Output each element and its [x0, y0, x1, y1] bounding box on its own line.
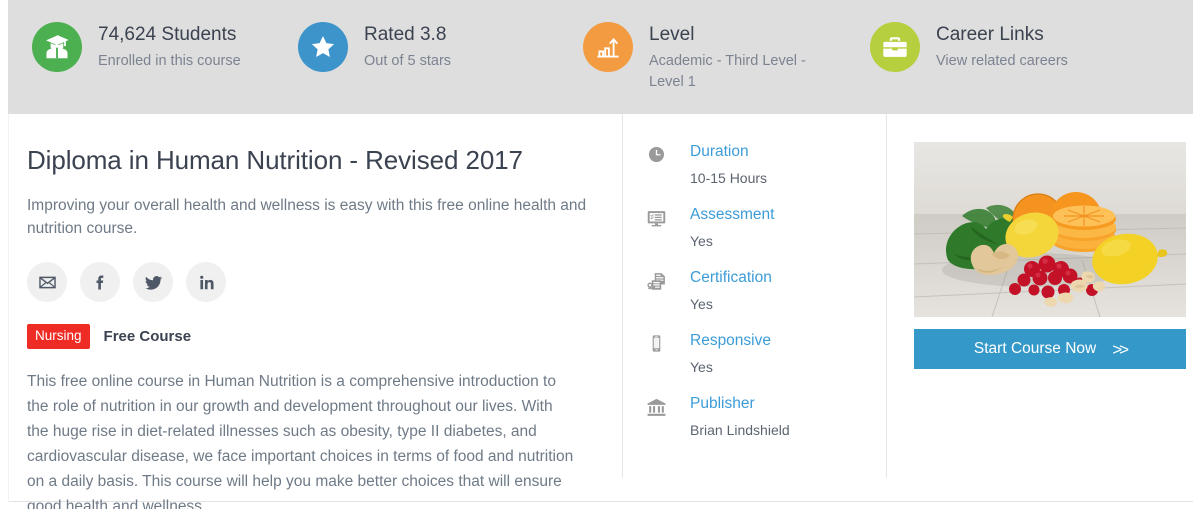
stat-subtitle: View related careers: [936, 53, 1068, 69]
course-detail-page: 74,624 Students Enrolled in this course …: [0, 0, 1193, 509]
stat-subtitle: Out of 5 stars: [364, 53, 452, 69]
meta-label[interactable]: Certification: [690, 268, 772, 288]
meta-value: Yes: [690, 359, 713, 375]
stat-text: 74,624 Students Enrolled in this course: [98, 22, 241, 72]
start-course-button[interactable]: Start Course Now >>: [914, 329, 1186, 369]
course-media-column: Start Course Now >>: [887, 114, 1191, 502]
stat-students: 74,624 Students Enrolled in this course: [8, 0, 296, 114]
assessment-icon: [639, 205, 673, 229]
meta-value: Yes: [690, 233, 713, 249]
meta-label[interactable]: Publisher: [690, 394, 790, 414]
course-stats-band: 74,624 Students Enrolled in this course …: [8, 0, 1193, 114]
course-description-column: Diploma in Human Nutrition - Revised 201…: [8, 114, 622, 509]
stat-level: Level Academic - Third Level - Level 1: [583, 0, 870, 114]
social-share-row: [27, 262, 602, 302]
meta-item-certification: Certification Yes: [639, 268, 886, 314]
meta-value: Yes: [690, 296, 713, 312]
stat-subtitle: Academic - Third Level - Level 1: [649, 53, 806, 90]
double-chevron-right-icon: >>: [1112, 339, 1129, 359]
meta-label[interactable]: Assessment: [690, 205, 774, 225]
stat-text: Rated 3.8 Out of 5 stars: [364, 22, 451, 72]
category-badge[interactable]: Nursing: [27, 324, 90, 349]
stat-text: Career Links View related careers: [936, 22, 1068, 72]
stat-subtitle: Enrolled in this course: [98, 53, 241, 69]
bank-icon: [639, 394, 673, 418]
course-body-text: This free online course in Human Nutriti…: [27, 372, 574, 509]
meta-text: Duration 10-15 Hours: [673, 142, 767, 188]
meta-item-assessment: Assessment Yes: [639, 205, 886, 251]
meta-value: Brian Lindshield: [690, 422, 790, 438]
graduate-cap-icon: [32, 22, 82, 72]
page-title: Diploma in Human Nutrition - Revised 201…: [27, 145, 523, 175]
briefcase-icon: [870, 22, 920, 72]
email-share-icon[interactable]: [27, 262, 67, 302]
meta-label[interactable]: Responsive: [690, 331, 771, 351]
bar-chart-up-icon: [583, 22, 633, 72]
course-meta-column: Duration 10-15 Hours Assessment Yes Cert…: [622, 114, 887, 478]
meta-item-responsive: Responsive Yes: [639, 331, 886, 377]
stat-career-links[interactable]: Career Links View related careers: [870, 0, 1170, 114]
meta-text: Assessment Yes: [673, 205, 774, 251]
linkedin-share-icon[interactable]: [186, 262, 226, 302]
star-icon: [298, 22, 348, 72]
meta-text: Responsive Yes: [673, 331, 771, 377]
meta-text: Certification Yes: [673, 268, 772, 314]
card-columns: Diploma in Human Nutrition - Revised 201…: [8, 114, 1193, 509]
twitter-share-icon[interactable]: [133, 262, 173, 302]
meta-text: Publisher Brian Lindshield: [673, 394, 790, 440]
meta-item-publisher: Publisher Brian Lindshield: [639, 394, 886, 440]
mobile-phone-icon: [639, 331, 673, 353]
price-label: Free Course: [103, 327, 192, 345]
course-tag-row: Nursing Free Course: [27, 324, 602, 349]
course-lead-text: Improving your overall health and wellne…: [27, 197, 587, 237]
stat-title: Rated 3.8: [364, 24, 447, 45]
stat-title: 74,624 Students: [98, 24, 237, 45]
start-course-label: Start Course Now: [973, 340, 1097, 357]
facebook-share-icon[interactable]: [80, 262, 120, 302]
certificate-icon: [639, 268, 673, 292]
meta-value: 10-15 Hours: [690, 170, 768, 186]
course-thumbnail-image: [914, 142, 1186, 317]
meta-label[interactable]: Duration: [690, 142, 767, 162]
stat-rating: Rated 3.8 Out of 5 stars: [296, 0, 583, 114]
stat-text: Level Academic - Third Level - Level 1: [649, 22, 839, 93]
course-detail-card: Diploma in Human Nutrition - Revised 201…: [8, 114, 1193, 509]
stat-title: Level: [649, 24, 695, 45]
stat-title: Career Links: [936, 24, 1044, 45]
meta-item-duration: Duration 10-15 Hours: [639, 142, 886, 188]
clock-icon: [639, 142, 673, 164]
